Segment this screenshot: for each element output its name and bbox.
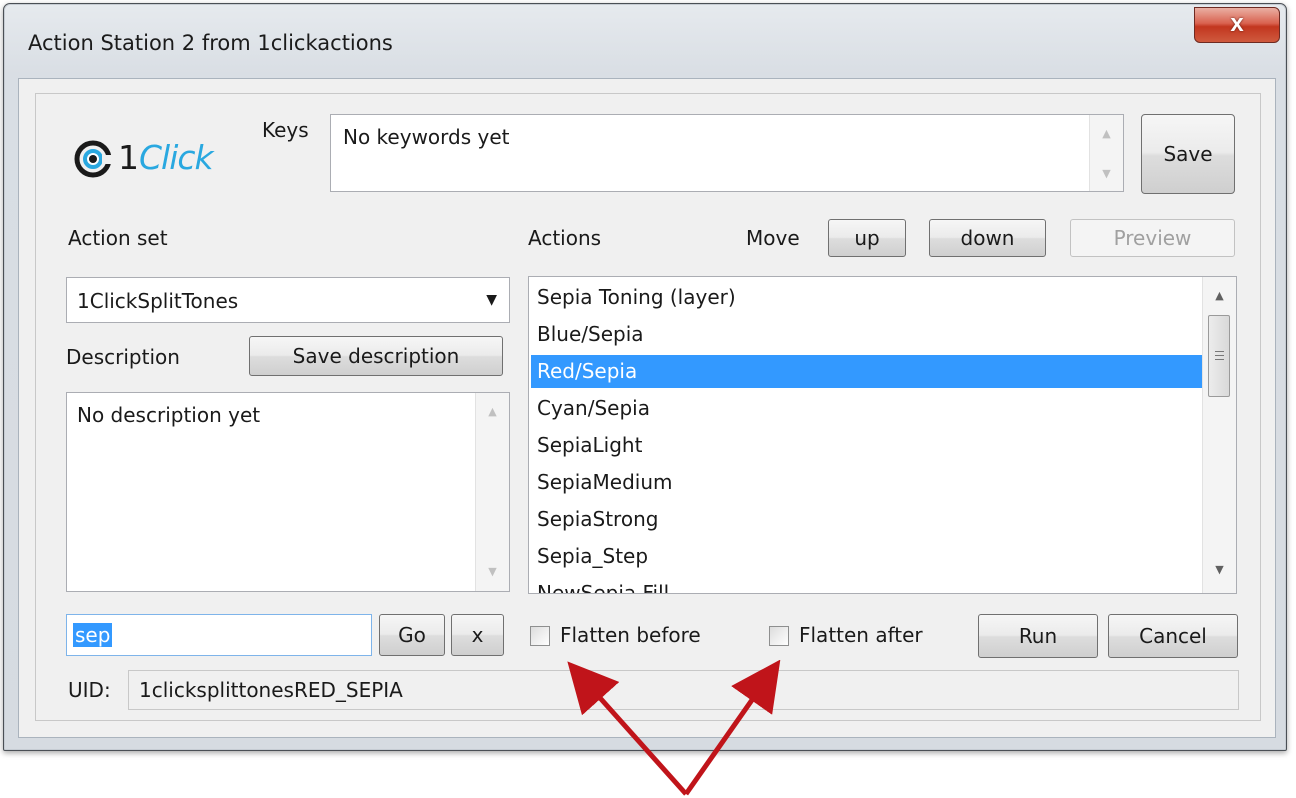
- flatten-after-label: Flatten after: [799, 623, 923, 647]
- save-description-button[interactable]: Save description: [249, 336, 503, 376]
- uid-value: 1clicksplittonesRED_SEPIA: [139, 678, 403, 702]
- chevron-down-icon[interactable]: ▼: [486, 292, 497, 308]
- actions-list[interactable]: Sepia Toning (layer) Blue/Sepia Red/Sepia C…: [528, 276, 1237, 594]
- logo-prefix: 1: [118, 138, 139, 177]
- scroll-down-arrow-icon[interactable]: ▼: [476, 565, 509, 578]
- flatten-after-checkbox[interactable]: [769, 626, 789, 646]
- scroll-up-arrow-icon[interactable]: ▲: [1203, 289, 1236, 302]
- clear-search-button[interactable]: x: [451, 614, 504, 656]
- uid-label: UID:: [68, 678, 111, 702]
- save-keys-button[interactable]: Save: [1141, 114, 1235, 194]
- actions-scrollbar[interactable]: ▲ ▼: [1202, 277, 1236, 593]
- action-list-item[interactable]: NewSepia Fill: [531, 577, 1205, 593]
- actions-list-items: Sepia Toning (layer) Blue/Sepia Red/Sepia C…: [529, 277, 1205, 593]
- keys-textarea[interactable]: No keywords yet ▲ ▼: [330, 114, 1124, 192]
- description-textarea[interactable]: No description yet ▲ ▼: [66, 392, 510, 592]
- scroll-down-arrow-icon[interactable]: ▼: [1090, 167, 1123, 180]
- search-input[interactable]: sep: [66, 614, 372, 656]
- scroll-up-arrow-icon[interactable]: ▲: [476, 405, 509, 418]
- description-value: No description yet: [77, 403, 261, 427]
- close-button[interactable]: x: [1194, 7, 1280, 43]
- run-button[interactable]: Run: [978, 614, 1098, 658]
- actions-label: Actions: [528, 226, 602, 250]
- keys-value: No keywords yet: [343, 125, 510, 149]
- cancel-button[interactable]: Cancel: [1108, 614, 1238, 658]
- flatten-before-checkbox[interactable]: [530, 626, 550, 646]
- action-list-item[interactable]: Cyan/Sepia: [531, 392, 1205, 425]
- description-scrollbar[interactable]: ▲ ▼: [475, 393, 509, 591]
- move-label: Move: [746, 226, 800, 250]
- action-list-item[interactable]: Sepia Toning (layer): [531, 281, 1205, 314]
- scroll-up-arrow-icon[interactable]: ▲: [1090, 127, 1123, 140]
- description-label: Description: [66, 345, 180, 369]
- action-list-item[interactable]: SepiaStrong: [531, 503, 1205, 536]
- action-set-selected: 1ClickSplitTones: [77, 289, 239, 313]
- action-list-item[interactable]: Sepia_Step: [531, 540, 1205, 573]
- move-up-button[interactable]: up: [828, 219, 906, 257]
- preview-button[interactable]: Preview: [1070, 219, 1235, 257]
- window-title: Action Station 2 from 1clickactions: [28, 31, 393, 55]
- flatten-before-label: Flatten before: [560, 623, 701, 647]
- logo-mark-icon: [74, 140, 114, 180]
- action-list-item[interactable]: SepiaMedium: [531, 466, 1205, 499]
- annotation-arrows-icon: [567, 660, 781, 796]
- keys-label: Keys: [262, 118, 309, 142]
- action-list-item[interactable]: Red/Sepia: [531, 355, 1205, 388]
- keys-scrollbar[interactable]: ▲ ▼: [1089, 115, 1123, 191]
- action-set-dropdown[interactable]: 1ClickSplitTones ▼: [66, 277, 510, 323]
- go-button[interactable]: Go: [379, 614, 445, 656]
- search-value: sep: [73, 623, 113, 647]
- move-down-button[interactable]: down: [929, 219, 1046, 257]
- scrollbar-thumb[interactable]: [1208, 315, 1230, 397]
- logo-text: 1Click: [118, 138, 214, 177]
- action-list-item[interactable]: SepiaLight: [531, 429, 1205, 462]
- scroll-down-arrow-icon[interactable]: ▼: [1203, 563, 1236, 576]
- action-set-label: Action set: [68, 226, 168, 250]
- action-list-item[interactable]: Blue/Sepia: [531, 318, 1205, 351]
- logo-word: Click: [139, 138, 214, 177]
